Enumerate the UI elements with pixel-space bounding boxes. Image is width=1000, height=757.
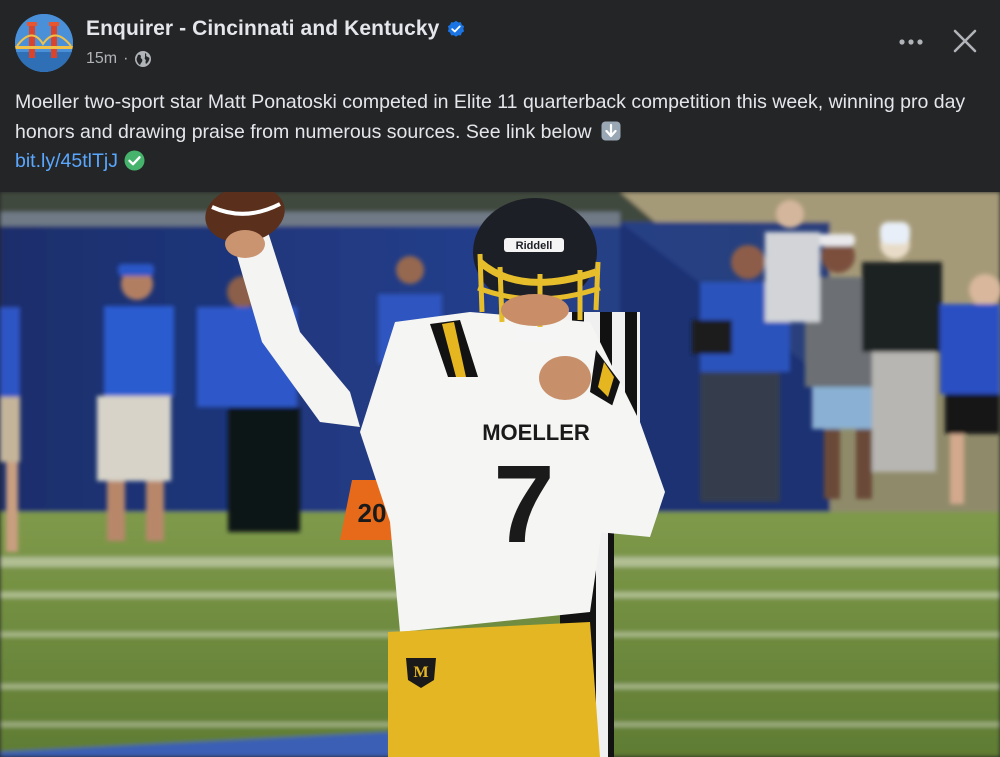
verified-badge-icon bbox=[447, 20, 465, 38]
post-message: Moeller two-sport star Matt Ponatoski co… bbox=[15, 88, 975, 177]
post-body-text: Moeller two-sport star Matt Ponatoski co… bbox=[15, 91, 966, 143]
post-photo[interactable]: 20 Riddell MOELLER 7 M bbox=[0, 192, 1000, 757]
post-timestamp[interactable]: 15m bbox=[86, 50, 117, 68]
meta-separator: · bbox=[123, 50, 129, 67]
check-mark-emoji-icon bbox=[124, 150, 145, 171]
post-meta: 15m · bbox=[86, 49, 152, 69]
page-avatar[interactable] bbox=[15, 14, 73, 72]
post-link[interactable]: bit.ly/45tlTjJ bbox=[15, 150, 118, 172]
page-name[interactable]: Enquirer - Cincinnati and Kentucky bbox=[86, 17, 439, 41]
jersey-name: MOELLER bbox=[482, 420, 590, 445]
helmet-brand-label: Riddell bbox=[516, 240, 553, 252]
post-header: Enquirer - Cincinnati and Kentucky 15m · bbox=[0, 0, 1000, 84]
jersey-number: 7 bbox=[493, 443, 554, 566]
bridge-logo-icon bbox=[15, 14, 73, 72]
more-horizontal-icon bbox=[899, 39, 923, 45]
globe-icon[interactable] bbox=[134, 50, 152, 68]
close-icon bbox=[953, 29, 977, 53]
pants-logo: M bbox=[413, 664, 428, 681]
close-button[interactable] bbox=[946, 22, 984, 60]
pylon-number: 20 bbox=[358, 498, 387, 528]
down-arrow-emoji-icon bbox=[601, 121, 621, 141]
more-options-button[interactable] bbox=[893, 24, 929, 60]
